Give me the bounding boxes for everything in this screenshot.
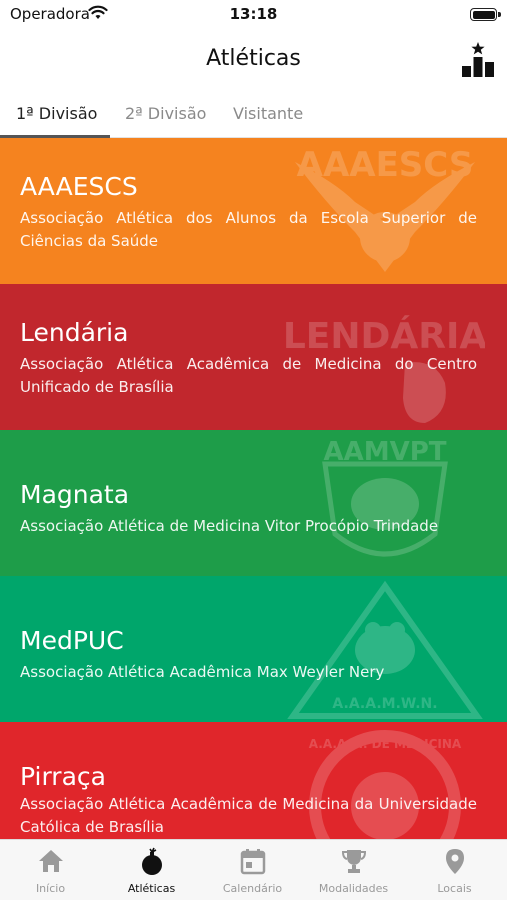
svg-text:LENDÁRIA: LENDÁRIA — [285, 315, 485, 357]
athletic-card-lendaria[interactable]: LENDÁRIA Lendária Associação Atlética Ac… — [0, 284, 507, 430]
tab-second-division[interactable]: 2ª Divisão — [125, 104, 206, 123]
bomb-icon — [142, 847, 162, 875]
svg-text:AAAESCS: AAAESCS — [297, 145, 474, 185]
trophy-icon — [341, 850, 367, 873]
status-bar: Operadora 13:18 — [0, 0, 507, 30]
ranking-button[interactable] — [459, 38, 497, 80]
tab-bar-calendar[interactable]: Calendário — [202, 840, 303, 900]
tab-first-division[interactable]: 1ª Divisão — [16, 104, 97, 123]
home-icon — [39, 850, 63, 872]
medpuc-crest-image: A.A.A.M.W.N. — [287, 580, 483, 719]
magnata-crest-image: AAMVPT — [322, 437, 448, 557]
tab-bar-label: Modalidades — [318, 882, 389, 895]
athletic-name: Pirraça — [20, 762, 106, 791]
tab-bar-label: Início — [35, 882, 66, 895]
tab-bar-sports[interactable]: Modalidades — [303, 840, 404, 900]
svg-text:A.A.A.M.W.N.: A.A.A.M.W.N. — [332, 696, 437, 712]
page-title: Atléticas — [206, 46, 301, 71]
athletic-description: Associação Atlética dos Alunos da Escola… — [20, 209, 477, 250]
athletic-card-pirraca[interactable]: A.A.A.M. DE MEDICINA Pirraça Associação … — [0, 722, 507, 839]
svg-text:A.A.A.M. DE MEDICINA: A.A.A.M. DE MEDICINA — [309, 737, 462, 751]
bottom-tab-bar: Início Atléticas Calendário Modalidades — [0, 839, 507, 900]
athletic-description: Associação Atlética Acadêmica de Medicin… — [20, 355, 477, 396]
athletic-name: AAAESCS — [20, 172, 138, 201]
athletic-description: Associação Atlética Acadêmica de Medicin… — [20, 795, 477, 836]
athletic-name: Magnata — [20, 480, 130, 509]
athletic-card-aaaescs[interactable]: AAAESCS AAAESCS Associação Atlética dos … — [0, 138, 507, 284]
athletic-name: MedPUC — [20, 626, 124, 655]
tab-bar-home[interactable]: Início — [0, 840, 101, 900]
athletics-list: AAAESCS AAAESCS Associação Atlética dos … — [0, 138, 507, 839]
location-pin-icon — [446, 849, 464, 874]
athletic-name: Lendária — [20, 318, 129, 347]
athletic-description: Associação Atlética de Medicina Vitor Pr… — [20, 517, 439, 535]
tab-bar-label: Calendário — [222, 882, 283, 895]
navigation-header: Atléticas — [0, 30, 507, 90]
tab-bar-athletics[interactable]: Atléticas — [101, 840, 202, 900]
division-tabs: 1ª Divisão 2ª Divisão Visitante — [0, 90, 507, 138]
status-time: 13:18 — [229, 5, 278, 23]
tab-visitor[interactable]: Visitante — [233, 104, 303, 123]
tab-bar-label: Locais — [437, 882, 472, 895]
tab-bar-label: Atléticas — [127, 882, 176, 895]
tab-bar-locations[interactable]: Locais — [404, 840, 505, 900]
athletic-card-magnata[interactable]: AAMVPT Magnata Associação Atlética de Me… — [0, 430, 507, 576]
athletic-description: Associação Atlética Acadêmica Max Weyler… — [20, 663, 385, 681]
calendar-icon — [240, 849, 266, 875]
podium-icon — [462, 42, 494, 77]
athletic-card-medpuc[interactable]: A.A.A.M.W.N. MedPUC Associação Atlética … — [0, 576, 507, 722]
battery-icon — [470, 8, 501, 21]
